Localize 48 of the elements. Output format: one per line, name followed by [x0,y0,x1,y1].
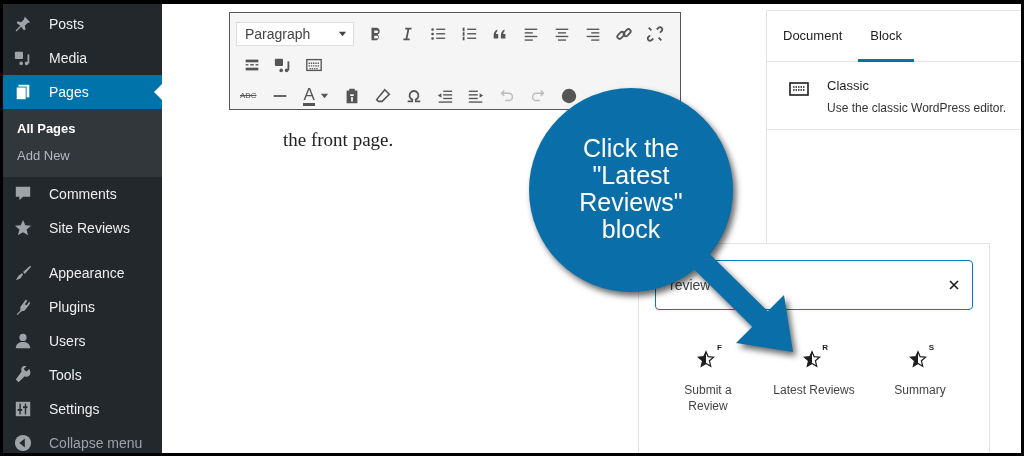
pages-icon [14,83,32,101]
collapse-menu-button[interactable]: Collapse menu [3,426,162,453]
caret-icon[interactable] [319,91,329,100]
user-icon [14,332,32,350]
media-icon [14,49,32,67]
format-select[interactable]: Paragraph [236,21,354,46]
unlink-icon[interactable] [645,24,664,43]
caret-icon [338,29,347,38]
block-item[interactable]: R Latest Reviews [761,346,867,414]
half-star-icon [697,350,715,368]
comment-icon [14,185,32,203]
eraser-icon[interactable] [374,86,393,105]
star-letter: F [717,343,722,352]
help-icon[interactable] [560,86,579,105]
submenu-item[interactable]: All Pages [3,115,162,142]
callout-tooltip-text: Click the "Latest Reviews" block [578,135,684,243]
menu-item[interactable]: Pages [3,75,162,109]
submenu-item[interactable]: Add New [3,142,162,169]
menu-item[interactable]: Comments [3,177,162,211]
keyboard-icon [789,82,809,96]
close-icon[interactable] [948,279,960,291]
menu-item[interactable]: Tools [3,358,162,392]
star-letter: S [928,343,934,352]
plug-icon [14,298,32,316]
wrench-icon [14,366,32,384]
pin-icon [14,15,32,33]
block-item[interactable]: S Summary [867,346,973,414]
half-star-icon [803,350,821,368]
text-color-button[interactable]: A [303,85,315,106]
brush-icon [14,264,32,282]
block-item[interactable]: F Submit a Review [655,346,761,414]
menu-item[interactable]: Settings [3,392,162,426]
menu-item[interactable]: Appearance [3,256,162,290]
half-star-icon [909,350,927,368]
block-title: Classic [827,78,870,93]
menu-item[interactable]: Site Reviews [3,211,162,245]
star-letter: R [822,343,828,352]
strikethrough-button[interactable]: ABC [240,91,257,100]
star-icon [14,219,32,237]
menu-item[interactable]: Media [3,41,162,75]
panel-tab[interactable]: Block [858,11,915,62]
block-description: Use the classic WordPress editor. [827,101,1007,115]
paragraph-text: the front page. [283,129,394,151]
panel-tab[interactable]: Document [771,11,855,62]
menu-item[interactable]: Users [3,324,162,358]
menu-item[interactable]: Posts [3,7,162,41]
menu-item[interactable]: Plugins [3,290,162,324]
sliders-icon [14,400,32,418]
